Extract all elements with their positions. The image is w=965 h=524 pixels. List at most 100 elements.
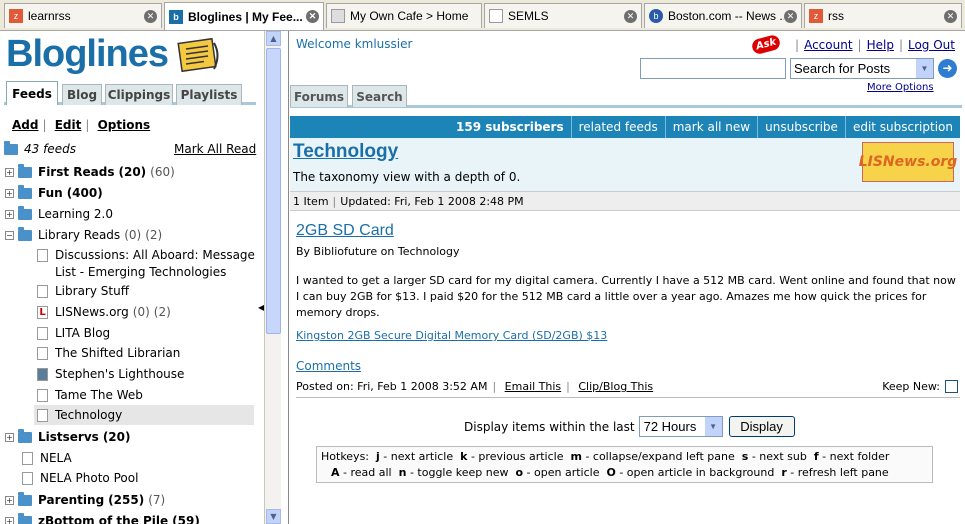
- folder-library-reads[interactable]: − Library Reads (0) (2): [5, 226, 162, 242]
- edit-link[interactable]: Edit: [55, 118, 82, 132]
- feed-doc-icon: [37, 346, 48, 360]
- browser-tab-learnrss[interactable]: z learnrss ✕: [4, 3, 162, 28]
- feed-description: The taxonomy view with a depth of 0.: [293, 170, 521, 184]
- feed-title[interactable]: Technology: [293, 141, 398, 163]
- browser-tab-boston[interactable]: b Boston.com -- News ... ✕: [644, 3, 802, 28]
- search-go-button[interactable]: ➜: [938, 59, 957, 78]
- email-this-link[interactable]: Email This: [505, 380, 562, 393]
- edit-subscription-link[interactable]: edit subscription: [844, 116, 960, 138]
- search-input[interactable]: [640, 58, 786, 79]
- browser-tab-my-own-cafe[interactable]: My Own Cafe > Home: [326, 3, 482, 28]
- tab-search[interactable]: Search: [352, 85, 407, 107]
- browser-tab-rss[interactable]: z rss ✕: [804, 3, 962, 28]
- feed-actions-bar: 159 subscribers related feeds mark all n…: [290, 116, 960, 138]
- feed-doc-icon: [37, 284, 48, 298]
- tab-blog[interactable]: Blog: [62, 84, 102, 105]
- close-tab-icon[interactable]: ✕: [784, 9, 797, 23]
- add-link[interactable]: Add: [12, 118, 38, 132]
- display-button[interactable]: Display: [728, 416, 795, 437]
- lisnews-icon: L: [37, 305, 48, 319]
- tab-feeds[interactable]: Feeds: [6, 81, 58, 105]
- mark-all-new-link[interactable]: mark all new: [664, 116, 757, 138]
- options-link[interactable]: Options: [98, 118, 151, 132]
- folder-open-icon: [18, 226, 32, 241]
- favicon-icon: z: [809, 9, 823, 23]
- browser-tab-bloglines[interactable]: b Bloglines | My Fee... ✕: [164, 2, 324, 30]
- feed-stephens-lighthouse[interactable]: Stephen's Lighthouse: [37, 367, 184, 381]
- left-pane-scrollbar[interactable]: ▲ ▼: [264, 31, 281, 524]
- unsubscribe-link[interactable]: unsubscribe: [757, 116, 845, 138]
- close-tab-icon[interactable]: ✕: [144, 9, 157, 23]
- expand-icon[interactable]: +: [5, 432, 14, 442]
- help-link[interactable]: Help: [867, 38, 894, 52]
- feed-lita-blog[interactable]: LITA Blog: [37, 326, 110, 340]
- folder-zbottom[interactable]: + zBottom of the Pile (59): [5, 512, 200, 524]
- left-tabs: Feeds Blog Clippings Playlists: [4, 81, 256, 105]
- tab-clippings[interactable]: Clippings: [105, 84, 173, 105]
- feed-doc-icon: [22, 471, 33, 485]
- logout-link[interactable]: Log Out: [908, 38, 955, 52]
- account-link[interactable]: Account: [804, 38, 852, 52]
- favicon-icon: b: [169, 9, 183, 24]
- folder-fun[interactable]: + Fun (400): [5, 184, 103, 200]
- folder-parenting[interactable]: + Parenting (255) (7): [5, 491, 165, 507]
- time-range-select[interactable]: 72 Hours ▼: [638, 416, 723, 437]
- post-byline: By Bibliofuture on Technology: [296, 245, 460, 258]
- feed-discussions[interactable]: Discussions: All Aboard: Message List - E…: [37, 247, 255, 281]
- post-title[interactable]: 2GB SD Card: [296, 222, 394, 240]
- close-tab-icon[interactable]: ✕: [306, 10, 319, 23]
- folder-open-icon: [4, 140, 18, 155]
- welcome-text: Welcome kmlussier: [296, 37, 413, 51]
- ask-logo[interactable]: Ask: [750, 33, 782, 56]
- expand-icon[interactable]: +: [5, 495, 14, 505]
- feed-doc-icon: [37, 249, 48, 262]
- folder-icon: [18, 428, 32, 443]
- clip-blog-link[interactable]: Clip/Blog This: [578, 380, 653, 393]
- expand-icon[interactable]: +: [5, 209, 14, 219]
- comments-link[interactable]: Comments: [296, 359, 361, 373]
- favicon-icon: z: [9, 9, 23, 23]
- keep-new-checkbox[interactable]: [945, 380, 958, 393]
- expand-icon[interactable]: +: [5, 516, 14, 524]
- feed-nela[interactable]: NELA: [22, 451, 72, 465]
- folder-first-reads[interactable]: + First Reads (20) (60): [5, 163, 175, 179]
- browser-tab-semls[interactable]: SEMLS ✕: [484, 3, 642, 28]
- search-type-select[interactable]: Search for Posts ▼: [790, 58, 934, 79]
- close-tab-icon[interactable]: ✕: [624, 9, 637, 23]
- folder-icon: [18, 205, 32, 220]
- feed-shifted-librarian[interactable]: The Shifted Librarian: [37, 346, 180, 360]
- scrollbar-thumb[interactable]: [266, 48, 281, 334]
- folder-listservs[interactable]: + Listservs (20): [5, 428, 130, 444]
- chevron-down-icon: ▼: [704, 417, 722, 436]
- tab-playlists[interactable]: Playlists: [176, 84, 242, 105]
- feed-actions: Add | Edit | Options: [12, 118, 151, 132]
- browser-tab-bar: z learnrss ✕ b Bloglines | My Fee... ✕ M…: [0, 0, 965, 31]
- bloglines-logo[interactable]: Bloglines: [6, 33, 169, 76]
- folder-icon: [18, 163, 32, 178]
- related-feeds-link[interactable]: related feeds: [570, 116, 665, 138]
- expand-icon[interactable]: +: [5, 188, 14, 198]
- post-link[interactable]: Kingston 2GB Secure Digital Memory Card …: [296, 329, 607, 342]
- scroll-down-icon[interactable]: ▼: [266, 509, 281, 524]
- feed-technology[interactable]: Technology: [34, 405, 254, 425]
- feed-info-bar: 1 Item | Updated: Fri, Feb 1 2008 2:48 PM: [290, 191, 960, 211]
- feed-doc-icon: [37, 326, 48, 340]
- feed-lisnews[interactable]: L LISNews.org (0) (2): [37, 305, 171, 319]
- expand-icon[interactable]: +: [5, 167, 14, 177]
- feeds-count: 43 feeds: [24, 142, 76, 156]
- chevron-down-icon: ▼: [916, 59, 933, 78]
- feed-tame-the-web[interactable]: Tame The Web: [37, 388, 143, 402]
- scroll-up-icon[interactable]: ▲: [266, 31, 281, 46]
- feed-nela-photo-pool[interactable]: NELA Photo Pool: [22, 471, 138, 485]
- folder-icon: [18, 512, 32, 524]
- page-icon: [331, 9, 345, 23]
- tab-forums[interactable]: Forums: [290, 85, 348, 107]
- collapse-icon[interactable]: −: [5, 230, 14, 240]
- folder-learning[interactable]: + Learning 2.0: [5, 205, 113, 221]
- keep-new: Keep New:: [882, 380, 958, 393]
- lisnews-logo[interactable]: LISNews.org: [859, 142, 957, 182]
- feed-library-stuff[interactable]: Library Stuff: [37, 284, 129, 298]
- pane-divider[interactable]: [281, 31, 289, 524]
- mark-all-read-link[interactable]: Mark All Read: [174, 142, 256, 156]
- close-tab-icon[interactable]: ✕: [944, 9, 957, 23]
